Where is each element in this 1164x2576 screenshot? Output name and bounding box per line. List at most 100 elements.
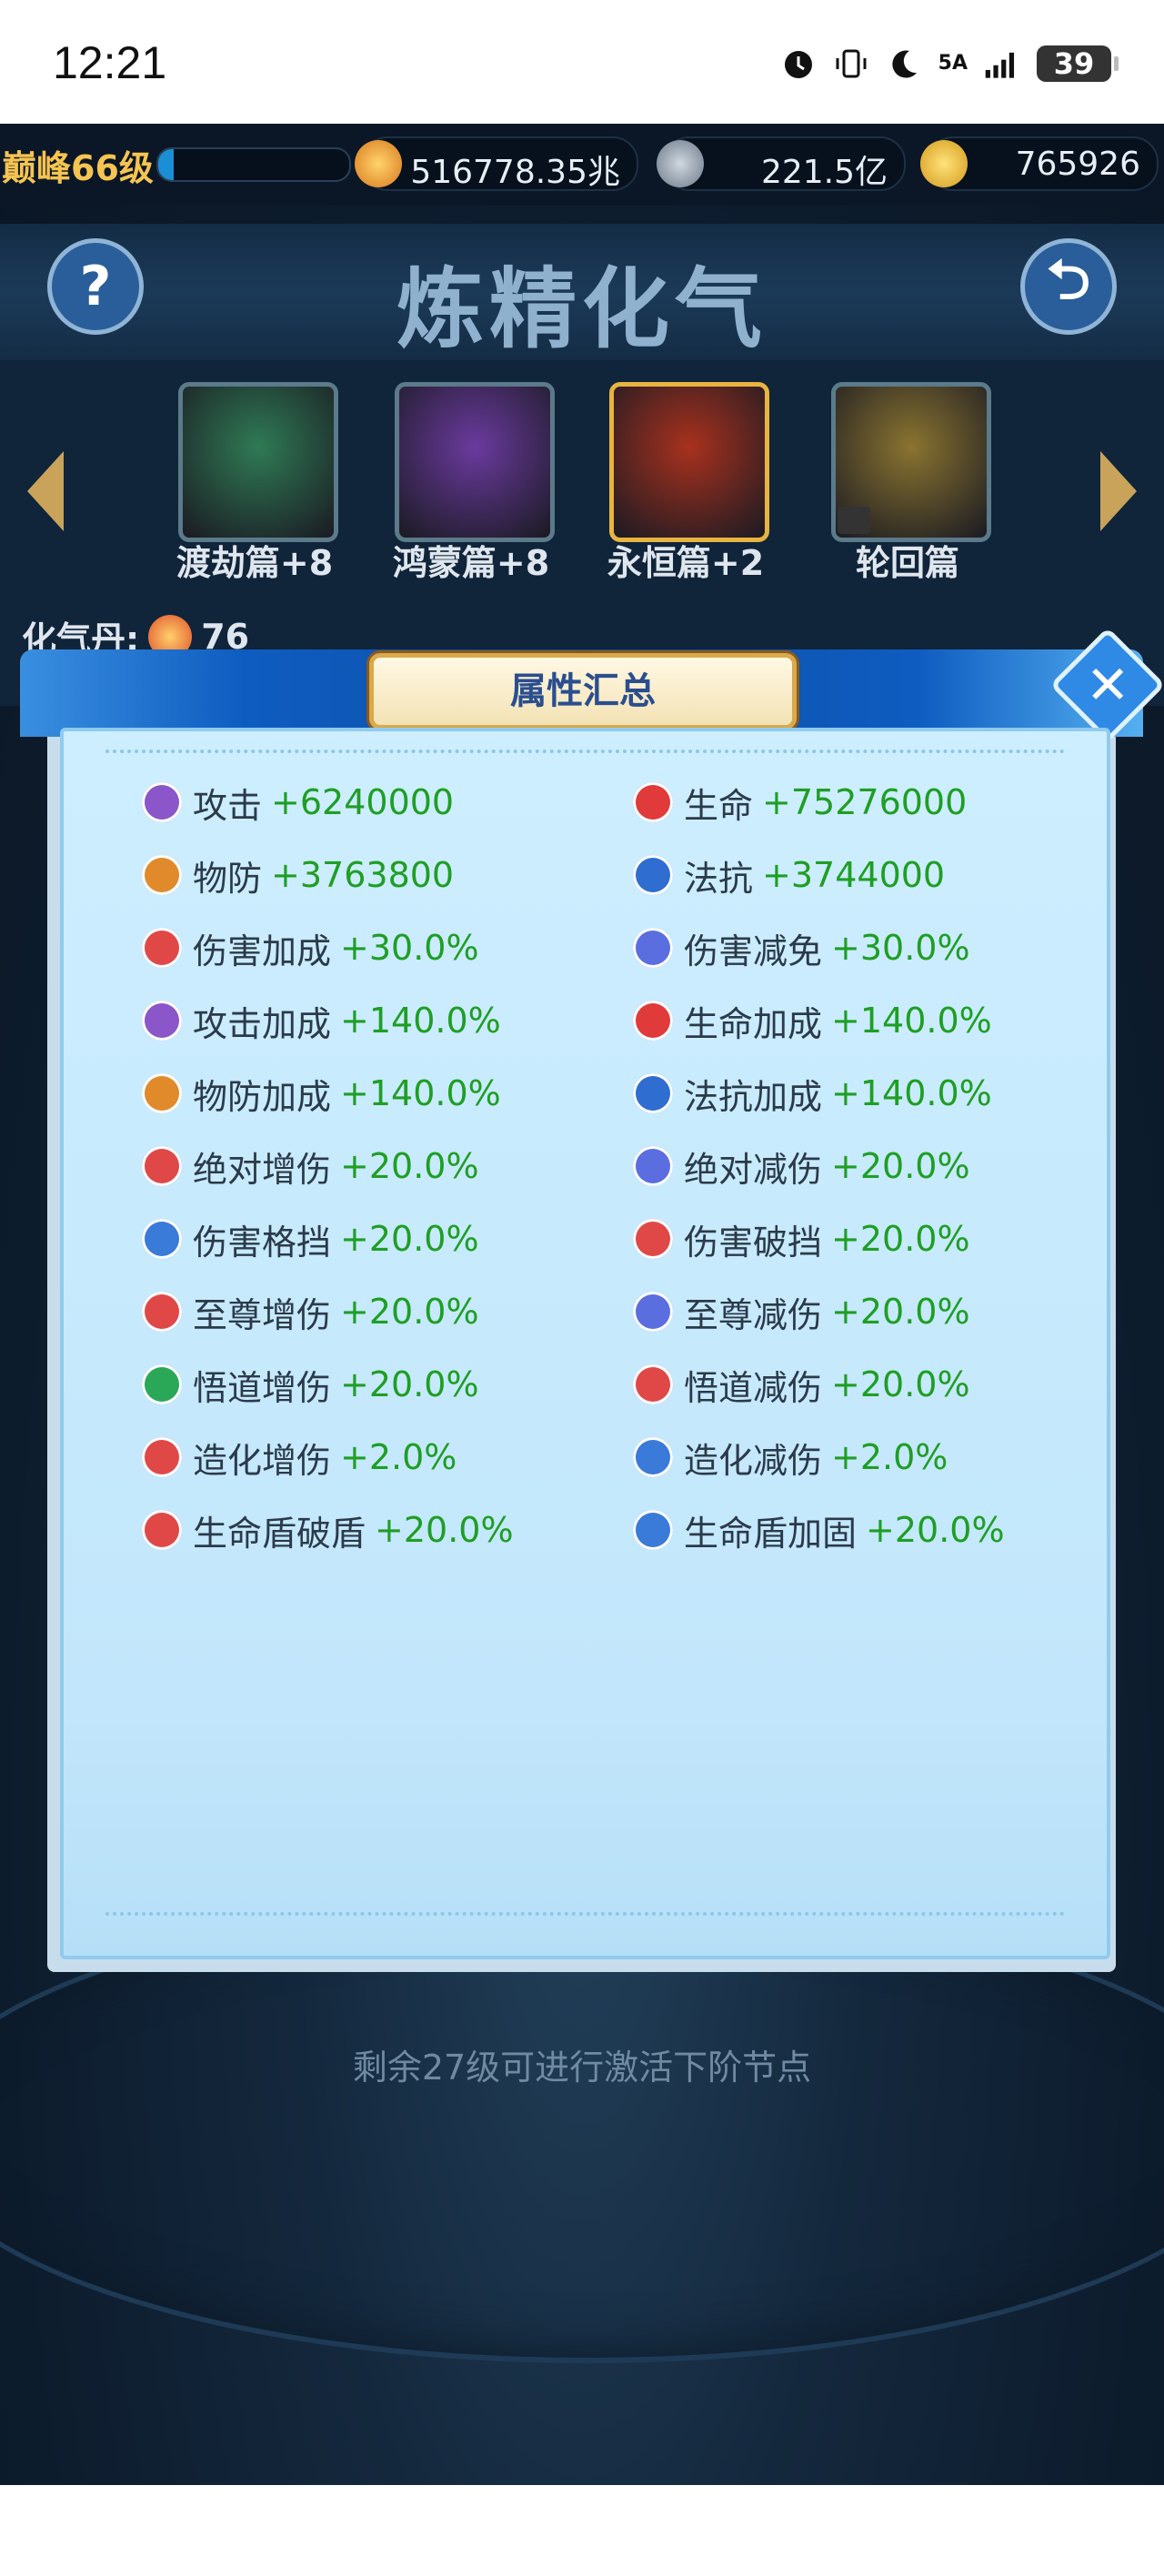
stat-row: 攻击 +6240000	[142, 775, 454, 830]
stat-name: 攻击加成	[193, 1003, 332, 1044]
stat-name: 伤害减免	[684, 931, 823, 971]
lightning-icon	[633, 1073, 673, 1113]
ingot-value: 765926	[1015, 146, 1140, 183]
alarm-icon	[780, 45, 817, 82]
stat-row: 绝对增伤 +20.0%	[142, 1139, 479, 1193]
close-icon: ✕	[1085, 653, 1130, 716]
shield-icon	[142, 855, 182, 895]
stat-name: 生命加成	[684, 1003, 823, 1044]
signal-icon	[984, 45, 1020, 82]
stat-name: 物防加成	[193, 1076, 332, 1117]
chapter-icon-hongmeng[interactable]	[395, 382, 555, 542]
lightning-icon	[633, 855, 673, 895]
stat-value: +20.0%	[340, 1146, 479, 1186]
creation-damage-icon	[142, 1437, 182, 1477]
stat-value: +20.0%	[340, 1364, 479, 1404]
status-time: 12:21	[53, 37, 167, 88]
stat-row: 伤害破挡 +20.0%	[633, 1212, 970, 1266]
dialog-title-plate: 属性汇总	[369, 653, 797, 730]
chapter-icon-yongheng[interactable]	[609, 382, 769, 542]
coin-icon	[657, 140, 704, 187]
page-title: 炼精化气	[396, 258, 768, 360]
stat-value: +20.0%	[831, 1219, 970, 1259]
shield-reinforce-icon	[633, 1510, 673, 1550]
network-label: 5A	[938, 52, 968, 75]
stat-name: 攻击	[193, 785, 263, 826]
absolute-reduce-icon	[633, 1146, 673, 1186]
stat-name: 造化减伤	[684, 1440, 823, 1481]
stat-name: 绝对减伤	[684, 1149, 823, 1190]
stat-row: 悟道减伤 +20.0%	[633, 1357, 970, 1412]
stat-value: +2.0%	[831, 1437, 948, 1477]
stat-value: +3744000	[762, 855, 946, 895]
stat-value: +140.0%	[340, 1073, 501, 1113]
next-chapter-arrow-icon[interactable]	[1100, 451, 1137, 531]
stat-value: +30.0%	[831, 928, 970, 968]
vibrate-icon	[833, 45, 869, 82]
stat-name: 悟道增伤	[193, 1367, 332, 1408]
stat-value: +20.0%	[831, 1292, 970, 1332]
supreme-damage-icon	[142, 1292, 182, 1332]
prev-chapter-arrow-icon[interactable]	[27, 451, 64, 531]
damage-reduce-icon	[633, 928, 673, 968]
stat-name: 法抗	[684, 858, 754, 899]
status-bar: 12:21 5A 39	[0, 0, 1164, 124]
coin-currency: 221.5亿	[657, 136, 906, 191]
help-button[interactable]: ?	[47, 238, 144, 335]
stat-name: 至尊增伤	[193, 1294, 332, 1335]
exp-bar	[156, 147, 351, 182]
heart-icon	[633, 1001, 673, 1041]
ingot-icon	[920, 140, 968, 187]
activation-hint: 剩余27级可进行激活下阶节点	[352, 2048, 812, 2088]
stat-value: +75276000	[762, 782, 968, 822]
chapter-icon-lunhui[interactable]	[831, 382, 991, 542]
stat-name: 绝对增伤	[193, 1149, 332, 1190]
shield-break-icon	[142, 1510, 182, 1550]
exp-bar-fill	[158, 149, 174, 180]
stat-name: 悟道减伤	[684, 1367, 823, 1408]
chapter-label: 永恒篇+2	[607, 543, 765, 583]
damage-up-icon	[142, 928, 182, 968]
stat-value: +20.0%	[340, 1292, 479, 1332]
chapter-label: 鸿蒙篇+8	[392, 543, 550, 583]
coin-value: 221.5亿	[760, 154, 888, 191]
heart-icon	[633, 782, 673, 822]
stat-name: 生命	[684, 785, 754, 826]
yin-yang-icon	[142, 1364, 182, 1404]
stat-row: 物防 +3763800	[142, 848, 454, 902]
power-currency: 516778.35兆	[355, 136, 638, 191]
dialog-title: 属性汇总	[510, 670, 656, 712]
stat-name: 法抗加成	[684, 1076, 823, 1117]
stat-name: 伤害格挡	[193, 1222, 332, 1263]
stat-row: 物防加成 +140.0%	[142, 1066, 501, 1121]
divider	[105, 1912, 1065, 1916]
stat-value: +20.0%	[375, 1510, 514, 1550]
stat-name: 生命盾加固	[684, 1513, 858, 1554]
stat-value: +3763800	[271, 855, 455, 895]
peak-level-label: 巅峰66级	[2, 148, 154, 188]
stat-name: 至尊减伤	[684, 1294, 823, 1335]
yin-yang-icon	[633, 1364, 673, 1404]
stat-name: 物防	[193, 858, 263, 899]
attribute-summary-dialog: 属性汇总 ✕ 攻击 +6240000 物防 +3763800 伤害加成 +30.0% 攻击加…	[20, 627, 1164, 1972]
block-icon	[142, 1219, 182, 1259]
stat-value: +140.0%	[340, 1001, 501, 1041]
stat-row: 生命加成 +140.0%	[633, 993, 992, 1048]
sword-icon	[142, 1001, 182, 1041]
dialog-panel: 攻击 +6240000 物防 +3763800 伤害加成 +30.0% 攻击加成 +140.0…	[60, 728, 1110, 1959]
stat-value: +6240000	[271, 782, 455, 822]
chapter-icon-dujie[interactable]	[178, 382, 338, 542]
divider	[105, 750, 1065, 753]
supreme-reduce-icon	[633, 1292, 673, 1332]
stat-value: +140.0%	[831, 1073, 992, 1113]
battery-icon: 39	[1037, 45, 1119, 82]
break-block-icon	[633, 1219, 673, 1259]
chapter-label: 轮回篇	[855, 543, 959, 583]
stat-row: 造化减伤 +2.0%	[633, 1430, 948, 1484]
chapter-label: 渡劫篇+8	[176, 543, 334, 583]
stat-value: +140.0%	[831, 1001, 992, 1041]
stat-name: 造化增伤	[193, 1440, 332, 1481]
shield-icon	[142, 1073, 182, 1113]
stat-value: +20.0%	[866, 1510, 1005, 1550]
back-button[interactable]: ⮌	[1020, 238, 1117, 335]
